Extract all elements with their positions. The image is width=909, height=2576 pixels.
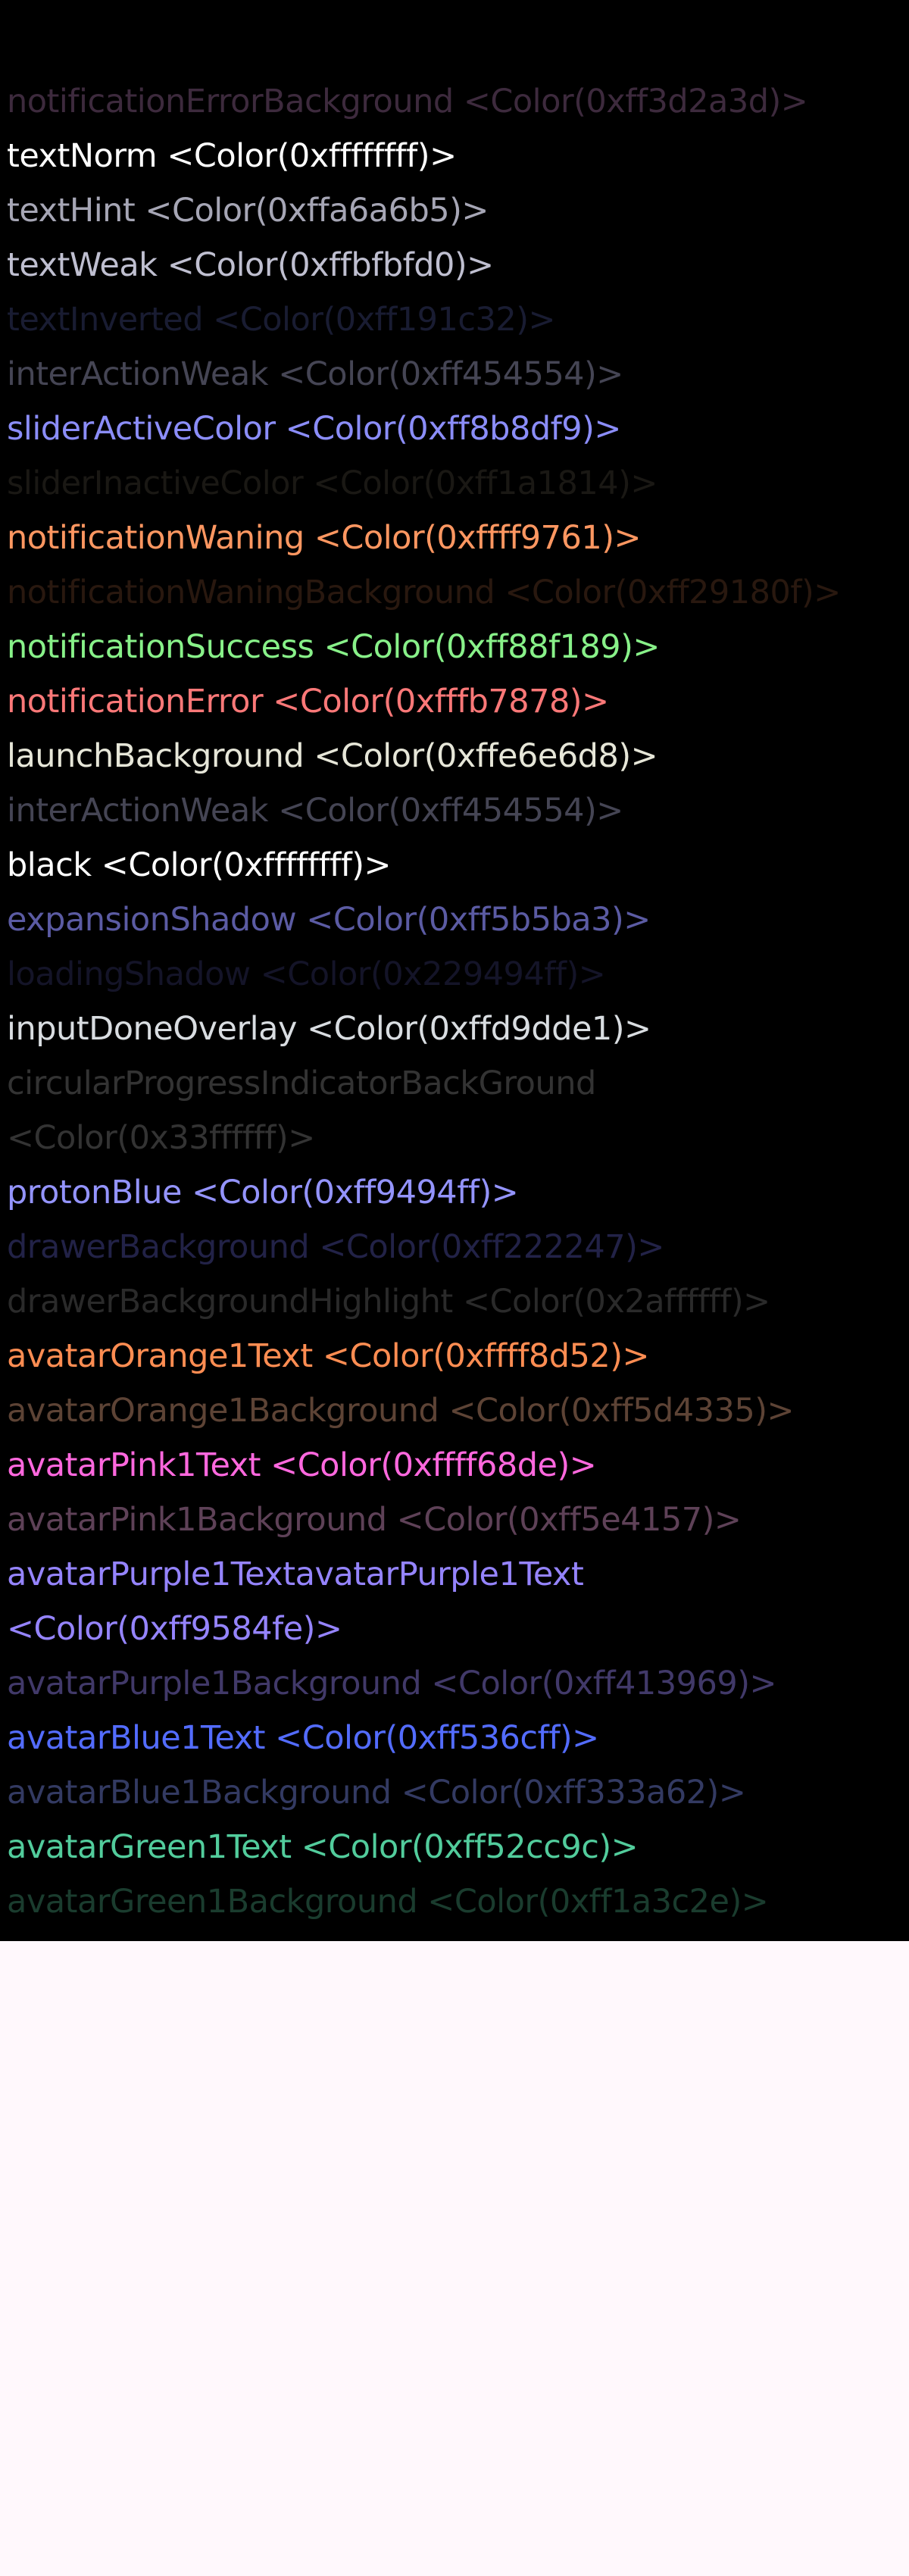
- color-entry: interActionWeak <Color(0xff454554)>: [7, 355, 623, 393]
- color-entry: avatarOrange1Background <Color(0xff5d433…: [7, 1392, 795, 1430]
- color-entry: notificationSuccess <Color(0xff88f189)>: [7, 628, 660, 666]
- color-list: notificationErrorBackground <Color(0xff3…: [0, 74, 909, 1929]
- color-entry: avatarOrange1Text <Color(0xffff8d52)>: [7, 1337, 650, 1375]
- color-entry: inputDoneOverlay <Color(0xffd9dde1)>: [7, 1010, 651, 1048]
- color-entry: interActionWeak <Color(0xff454554)>: [7, 792, 623, 830]
- color-entry: avatarPurple1Background <Color(0xff41396…: [7, 1665, 777, 1702]
- color-entry: avatarGreen1Background <Color(0xff1a3c2e…: [7, 1883, 769, 1921]
- color-entry: black <Color(0xffffffff)>: [7, 846, 392, 884]
- color-list-panel: notificationErrorBackground <Color(0xff3…: [0, 0, 909, 1941]
- color-entry: textWeak <Color(0xffbfbfd0)>: [7, 246, 494, 284]
- color-entry: drawerBackgroundHighlight <Color(0x2afff…: [7, 1283, 770, 1321]
- color-entry: textInverted <Color(0xff191c32)>: [7, 301, 556, 339]
- color-entry: expansionShadow <Color(0xff5b5ba3)>: [7, 901, 651, 939]
- color-entry: sliderActiveColor <Color(0xff8b8df9)>: [7, 410, 621, 448]
- color-entry: drawerBackground <Color(0xff222247)>: [7, 1228, 664, 1266]
- color-entry: avatarPink1Background <Color(0xff5e4157)…: [7, 1501, 742, 1539]
- color-entry: launchBackground <Color(0xffe6e6d8)>: [7, 737, 658, 775]
- color-entry: avatarBlue1Background <Color(0xff333a62)…: [7, 1774, 746, 1812]
- color-entry: notificationWaningBackground <Color(0xff…: [7, 574, 841, 611]
- color-entry: textHint <Color(0xffa6a6b5)>: [7, 192, 489, 230]
- color-entry: loadingShadow <Color(0x229494ff)>: [7, 955, 606, 993]
- color-entry: avatarBlue1Text <Color(0xff536cff)>: [7, 1719, 599, 1757]
- color-entry: avatarPink1Text <Color(0xffff68de)>: [7, 1446, 597, 1484]
- color-entry: notificationError <Color(0xfffb7878)>: [7, 683, 609, 721]
- color-entry: circularProgressIndicatorBackGround <Col…: [7, 1064, 606, 1157]
- color-entry: notificationErrorBackground <Color(0xff3…: [7, 83, 808, 120]
- color-entry: avatarPurple1TextavatarPurple1Text <Colo…: [7, 1555, 594, 1648]
- color-entry: avatarGreen1Text <Color(0xff52cc9c)>: [7, 1828, 639, 1866]
- color-entry: protonBlue <Color(0xff9494ff)>: [7, 1174, 519, 1211]
- color-entry: textNorm <Color(0xffffffff)>: [7, 137, 457, 175]
- color-entry: notificationWaning <Color(0xffff9761)>: [7, 519, 642, 557]
- empty-background-area: [0, 1941, 909, 2576]
- color-entry: sliderInactiveColor <Color(0xff1a1814)>: [7, 464, 658, 502]
